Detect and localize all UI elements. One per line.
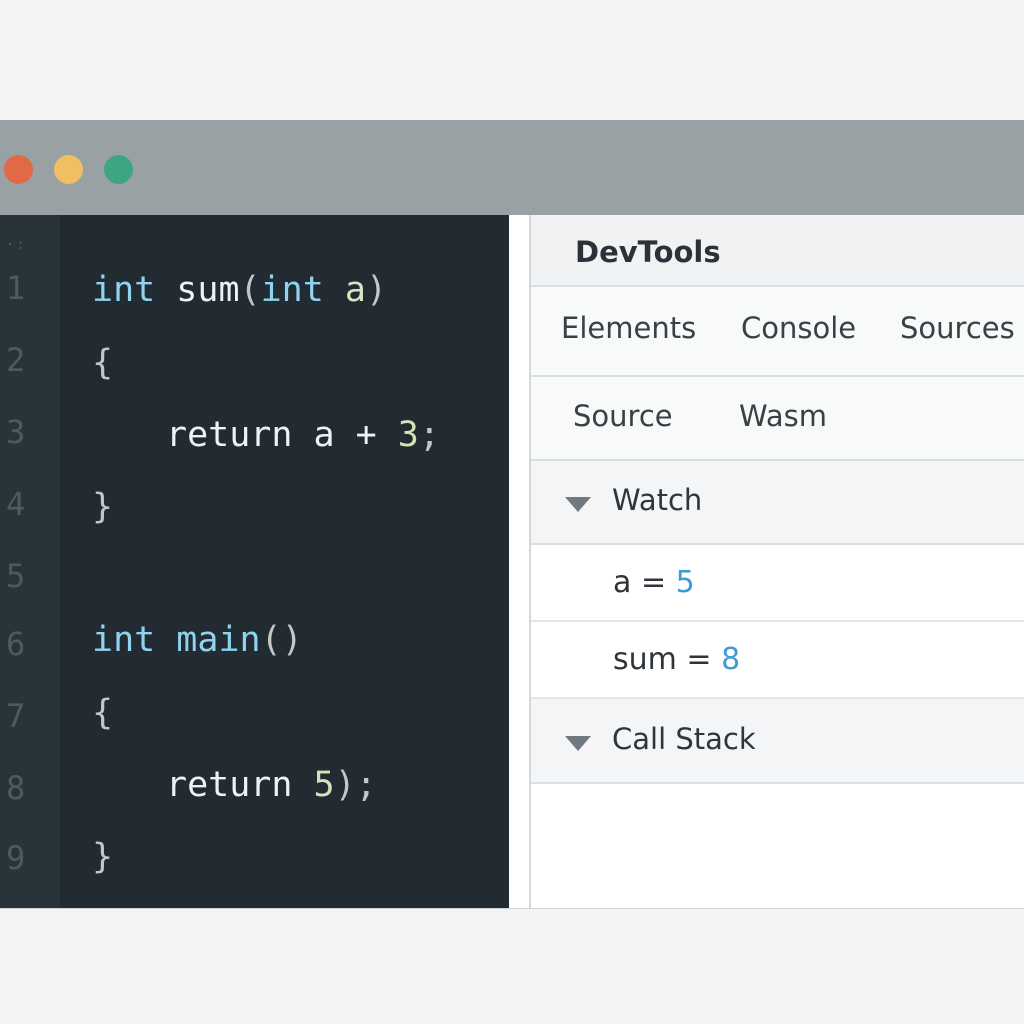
devtools-header: DevTools (531, 215, 1024, 287)
line-number: 1 (6, 269, 26, 307)
line-number: 6 (6, 625, 26, 663)
line-number: 2 (6, 341, 26, 379)
close-window-button[interactable] (4, 155, 33, 184)
maximize-window-button[interactable] (104, 155, 133, 184)
code-token: 5 (313, 765, 335, 805)
line-number: 3 (6, 413, 26, 451)
title-bar (0, 120, 1024, 215)
watch-operator: = (640, 565, 667, 600)
code-token: a + (292, 415, 398, 455)
code-token: 3 (397, 415, 419, 455)
line-number: 9 (6, 839, 26, 877)
code-token: ; (418, 415, 440, 455)
watch-name: a (613, 565, 632, 600)
code-line: int main() (92, 620, 303, 660)
code-token: return (166, 415, 293, 455)
watch-item[interactable]: sum = 8 (531, 622, 1024, 699)
code-line: { (92, 343, 113, 383)
code-token: } (92, 487, 114, 527)
watch-section-label: Watch (612, 483, 703, 517)
line-number: 8 (6, 769, 26, 807)
code-line: { (92, 693, 113, 733)
code-token: ) (365, 270, 388, 310)
code-token: } (92, 837, 114, 877)
tab-sources[interactable]: Sources (900, 311, 1015, 345)
call-stack-list (531, 784, 1024, 909)
code-token: a (344, 270, 366, 310)
watch-operator: = (686, 642, 712, 677)
code-token: main (176, 620, 261, 660)
subtab-source[interactable]: Source (573, 399, 673, 433)
devtools-subtab-bar: Source Wasm (531, 377, 1024, 461)
code-token: () (260, 620, 303, 660)
watch-item[interactable]: a = 5 (531, 545, 1024, 622)
code-token: int (260, 270, 324, 310)
watch-name: sum (613, 642, 677, 677)
code-line: return a + 3; (166, 415, 440, 455)
tab-elements[interactable]: Elements (561, 311, 696, 345)
watch-section-header[interactable]: Watch (531, 461, 1024, 545)
line-number: 7 (6, 697, 26, 735)
caret-down-icon (565, 497, 591, 512)
code-line: } (92, 837, 113, 877)
code-token: ); (334, 765, 377, 805)
app-window: ·: 1 2 3 4 5 6 7 8 9 int sum(int a) { re… (0, 120, 1024, 909)
code-token: { (92, 693, 114, 733)
code-token: int (92, 620, 156, 660)
watch-expression: sum = 8 (613, 642, 740, 677)
caret-down-icon (565, 736, 591, 751)
gutter-mark: ·: (6, 237, 27, 253)
watch-value: 8 (721, 642, 741, 677)
devtools-panel: DevTools Elements Console Sources Source… (531, 215, 1024, 909)
pane-divider[interactable] (509, 215, 531, 909)
watch-expression: a = 5 (613, 565, 695, 600)
tab-console[interactable]: Console (741, 311, 856, 345)
code-token: { (92, 343, 114, 383)
minimize-window-button[interactable] (54, 155, 83, 184)
call-stack-section-header[interactable]: Call Stack (531, 699, 1024, 784)
line-number: 5 (6, 557, 26, 595)
line-number-gutter: ·: 1 2 3 4 5 6 7 8 9 (0, 215, 60, 909)
code-token: ( (239, 270, 261, 310)
code-editor[interactable]: ·: 1 2 3 4 5 6 7 8 9 int sum(int a) { re… (0, 215, 509, 909)
code-token: return (166, 765, 293, 805)
code-token: sum (176, 270, 240, 310)
code-line: } (92, 487, 113, 527)
line-number: 4 (6, 485, 26, 523)
call-stack-section-label: Call Stack (612, 722, 756, 756)
window-bottom-edge (0, 908, 1024, 909)
subtab-wasm[interactable]: Wasm (739, 399, 827, 433)
code-token: int (92, 270, 156, 310)
watch-value: 5 (675, 565, 695, 600)
devtools-tab-bar: Elements Console Sources (531, 287, 1024, 377)
code-line: int sum(int a) (92, 270, 387, 310)
code-line: return 5); (166, 765, 377, 805)
devtools-title: DevTools (575, 235, 721, 269)
